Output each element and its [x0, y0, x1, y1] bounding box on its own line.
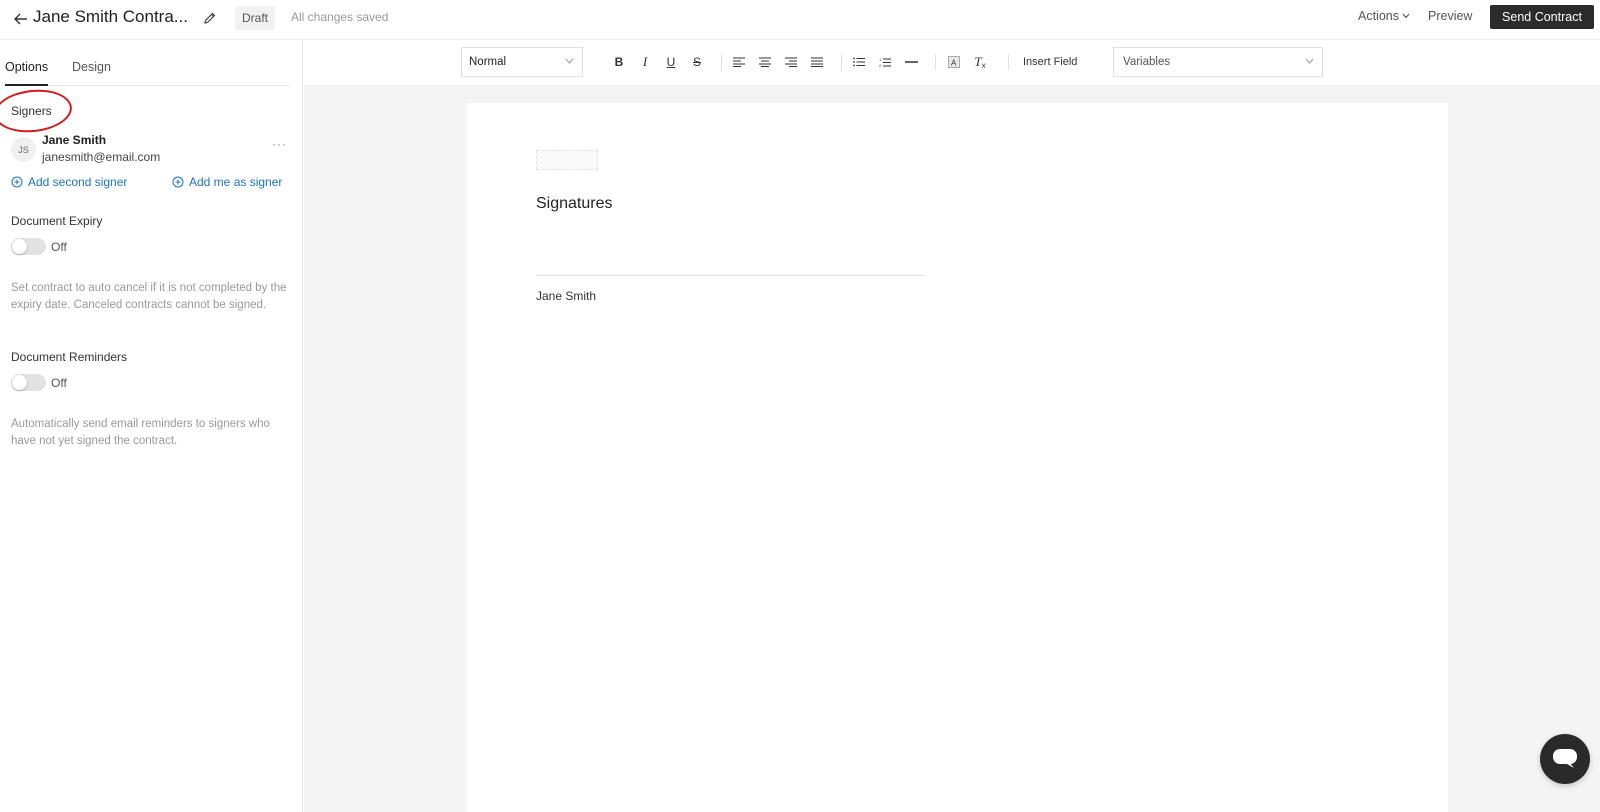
- add-me-as-signer-label: Add me as signer: [189, 175, 283, 189]
- document-reminders-label: Document Reminders: [11, 350, 128, 364]
- formatting-toolbar: Normal B I U S 12 A Tx Insert Field Vari…: [304, 40, 1600, 85]
- send-contract-button[interactable]: Send Contract: [1490, 5, 1594, 29]
- save-status: All changes saved: [291, 10, 389, 24]
- document-reminders-state: Off: [51, 376, 67, 390]
- text-color-icon[interactable]: A: [945, 53, 963, 71]
- toolbar-divider: [1008, 54, 1009, 70]
- svg-text:A: A: [951, 59, 957, 68]
- plus-circle-icon: [11, 176, 23, 188]
- italic-icon[interactable]: I: [636, 53, 654, 71]
- signer-email: janesmith@email.com: [42, 150, 161, 164]
- signatures-heading: Signatures: [536, 195, 613, 212]
- add-second-signer-label: Add second signer: [28, 175, 128, 189]
- logo-placeholder[interactable]: [536, 150, 598, 170]
- strikethrough-icon[interactable]: S: [688, 53, 706, 71]
- signature-name: Jane Smith: [536, 289, 597, 303]
- text-style-select[interactable]: Normal: [461, 47, 583, 77]
- back-arrow-icon[interactable]: [10, 8, 32, 30]
- signers-label: Signers: [11, 104, 52, 118]
- document-expiry-state: Off: [51, 240, 67, 254]
- add-me-as-signer-link[interactable]: Add me as signer: [172, 175, 282, 189]
- svg-text:1: 1: [879, 57, 882, 62]
- avatar: JS: [11, 137, 36, 162]
- clear-format-icon[interactable]: Tx: [971, 53, 989, 71]
- chevron-down-icon: [565, 58, 574, 64]
- document-title: Jane Smith Contra...: [33, 7, 188, 26]
- document-reminders-toggle[interactable]: [11, 374, 46, 391]
- svg-text:2: 2: [879, 63, 882, 68]
- signer-name: Jane Smith: [42, 133, 107, 147]
- document-page[interactable]: Signatures Jane Smith: [467, 103, 1448, 812]
- top-bar: Jane Smith Contra... Draft All changes s…: [0, 0, 1600, 40]
- signature-line: [536, 275, 926, 276]
- align-left-icon[interactable]: [730, 53, 748, 71]
- document-expiry-label: Document Expiry: [11, 214, 103, 228]
- variables-value: Variables: [1123, 56, 1171, 68]
- document-expiry-toggle[interactable]: [11, 238, 46, 255]
- plus-circle-icon: [172, 176, 184, 188]
- bold-icon[interactable]: B: [610, 53, 628, 71]
- toolbar-divider: [721, 54, 722, 70]
- tab-options[interactable]: Options: [5, 60, 48, 86]
- pencil-icon[interactable]: [200, 8, 220, 28]
- bullet-list-icon[interactable]: [850, 53, 868, 71]
- horizontal-rule-icon[interactable]: [902, 53, 920, 71]
- more-options-icon[interactable]: ···: [272, 137, 287, 151]
- underline-icon[interactable]: U: [662, 53, 680, 71]
- actions-menu[interactable]: Actions: [1358, 9, 1410, 23]
- options-sidebar: Options Design Signers JS Jane Smith jan…: [0, 40, 303, 812]
- preview-link[interactable]: Preview: [1428, 9, 1472, 23]
- tab-design[interactable]: Design: [72, 60, 111, 86]
- sidebar-tabs: Options Design: [5, 60, 290, 86]
- toolbar-divider: [935, 54, 936, 70]
- toolbar-divider: [841, 54, 842, 70]
- text-style-value: Normal: [469, 56, 507, 68]
- add-second-signer-link[interactable]: Add second signer: [11, 175, 127, 189]
- numbered-list-icon[interactable]: 12: [876, 53, 894, 71]
- chat-bubble-icon[interactable]: [1540, 734, 1590, 784]
- variables-select[interactable]: Variables: [1113, 47, 1323, 77]
- status-badge: Draft: [235, 6, 276, 30]
- insert-field-button[interactable]: Insert Field: [1023, 56, 1077, 68]
- document-reminders-help: Automatically send email reminders to si…: [11, 418, 270, 447]
- document-expiry-help: Set contract to auto cancel if it is not…: [11, 282, 287, 311]
- align-center-icon[interactable]: [756, 53, 774, 71]
- chevron-down-icon: [1402, 13, 1410, 19]
- actions-label: Actions: [1358, 9, 1399, 23]
- chevron-down-icon: [1305, 58, 1314, 64]
- align-justify-icon[interactable]: [808, 53, 826, 71]
- align-right-icon[interactable]: [782, 53, 800, 71]
